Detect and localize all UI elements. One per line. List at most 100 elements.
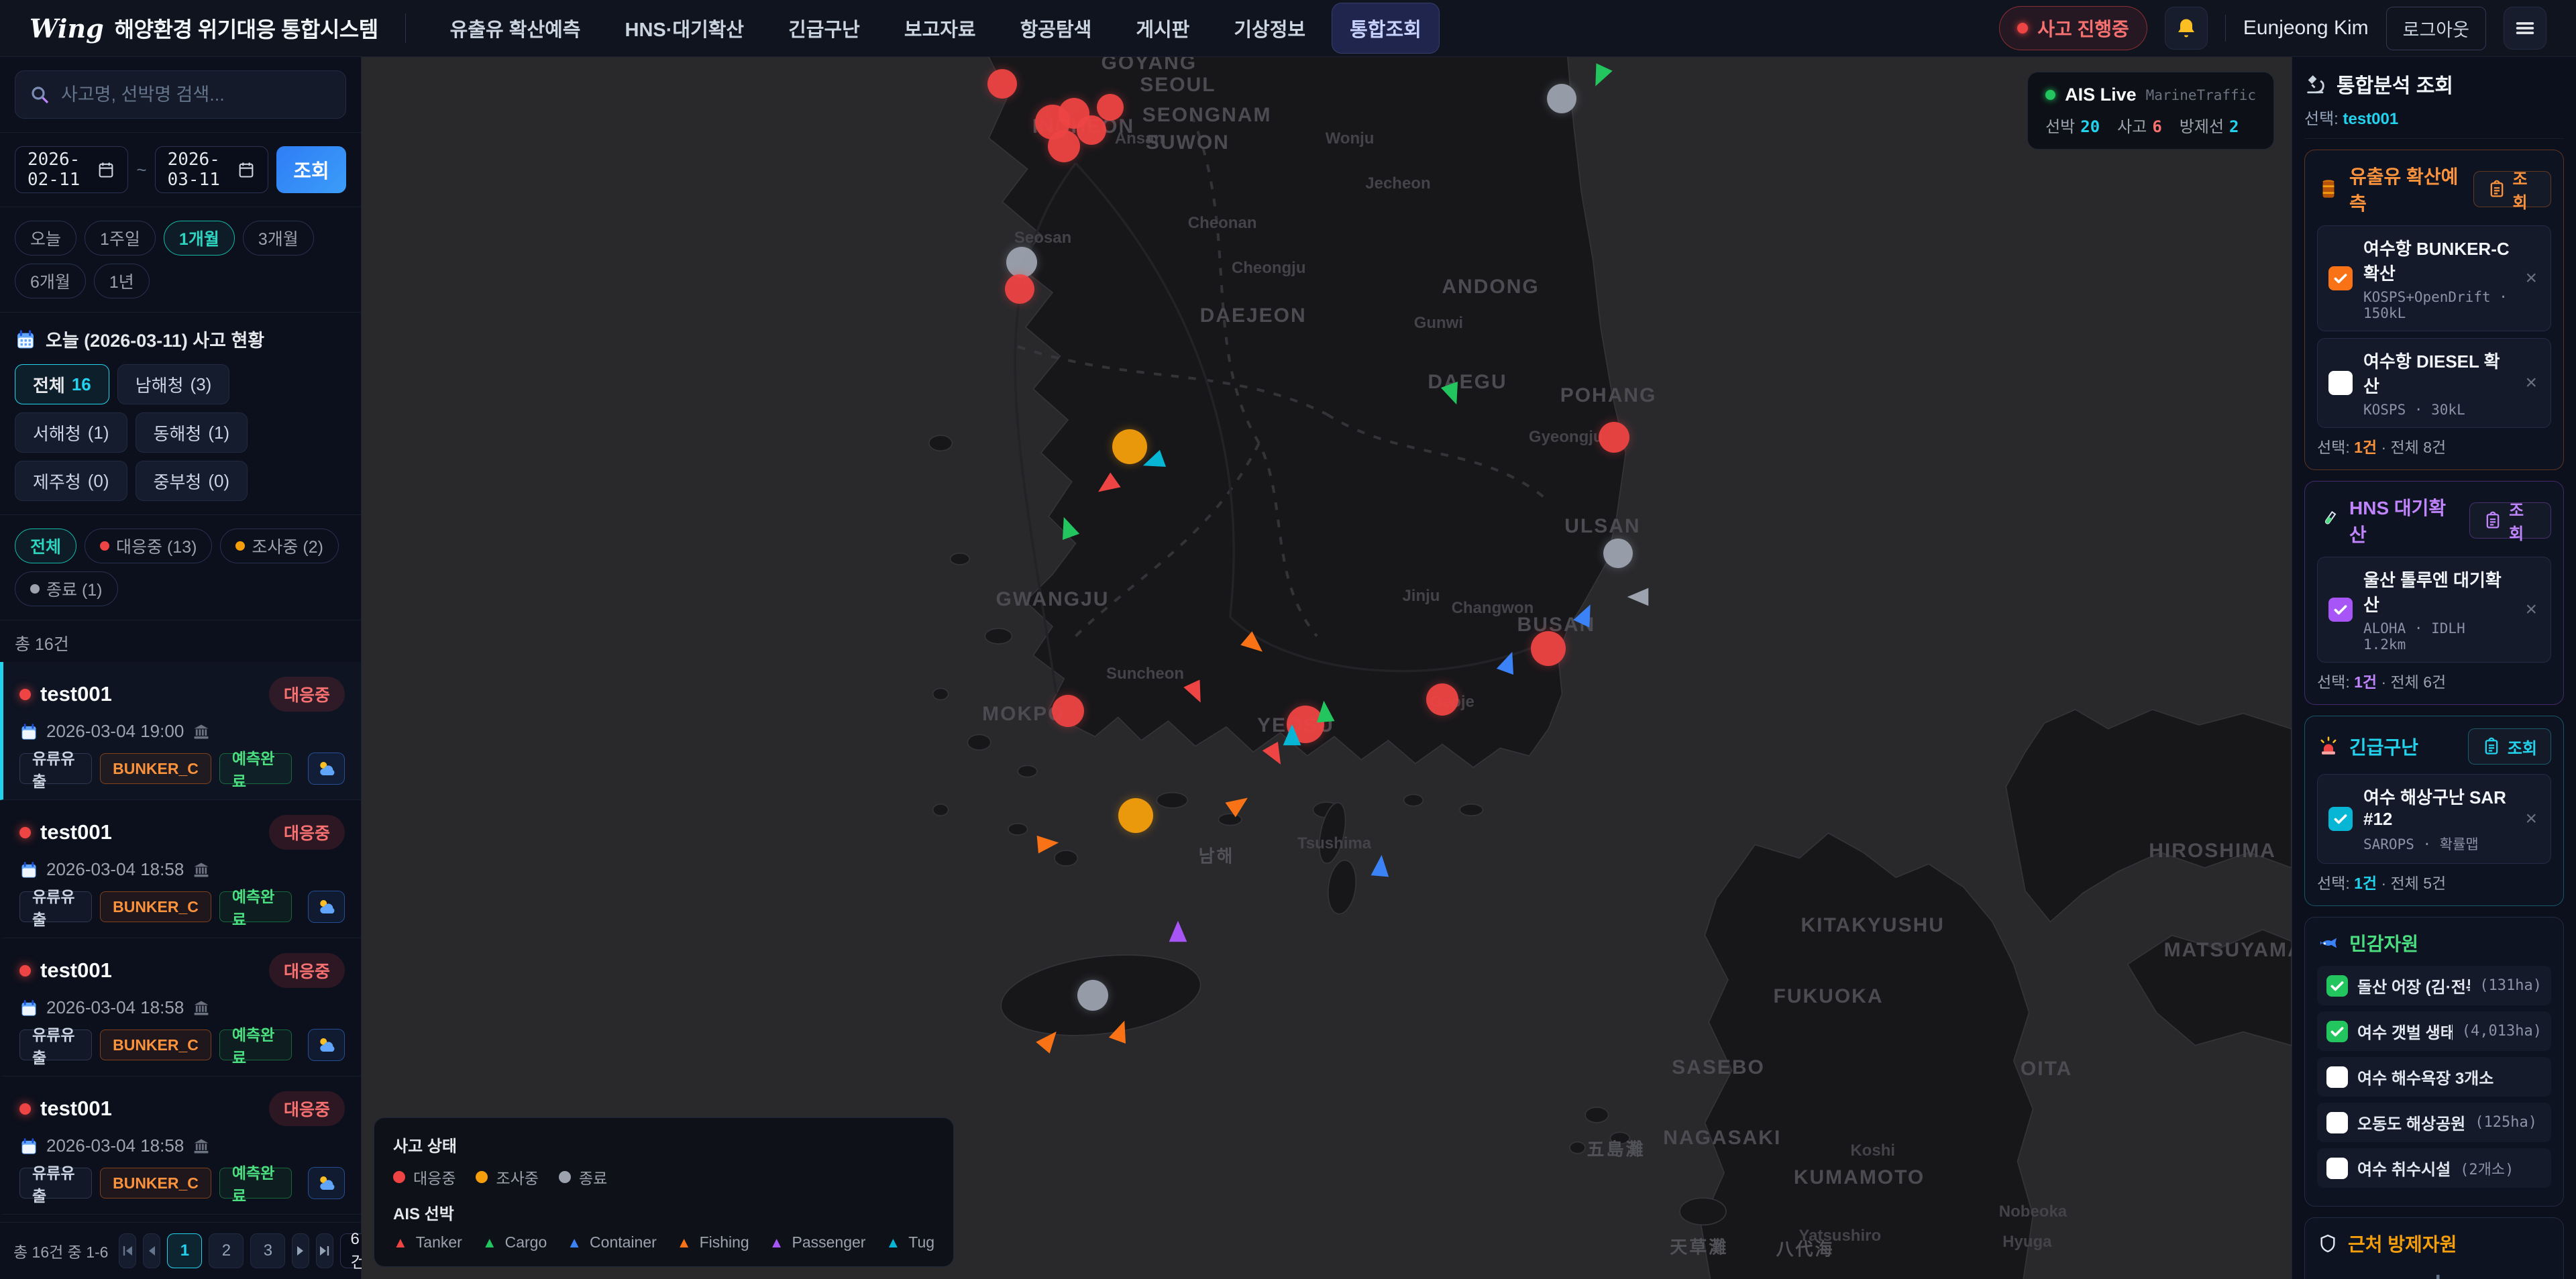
close-icon[interactable]: × [2522,808,2540,830]
weather-button[interactable] [308,1167,345,1199]
incident-marker[interactable] [1599,422,1629,453]
incident-marker[interactable] [1426,683,1458,716]
incident-status-badge: 대응중 [269,1091,345,1126]
menu-button[interactable] [2504,7,2546,50]
ship-marker-tug[interactable] [1282,724,1302,750]
page-next-button[interactable] [292,1233,309,1268]
status-chip-대응중 (13)[interactable]: 대응중 (13) [85,529,212,563]
nav-item-통합조회[interactable]: 통합조회 [1332,3,1439,53]
weather-button[interactable] [308,1029,345,1061]
weather-button[interactable] [308,753,345,785]
bell-icon [2174,16,2198,40]
page-first-button[interactable] [119,1233,136,1268]
nav-item-기상정보[interactable]: 기상정보 [1216,3,1323,53]
nav-item-보고자료[interactable]: 보고자료 [887,3,994,53]
model-item[interactable]: 여수 해상구난 SAR #12SAROPS · 확률맵× [2317,774,2551,864]
model-item[interactable]: 울산 톨루엔 대기확산ALOHA · IDLH 1.2km× [2317,557,2551,663]
resource-checkbox[interactable] [2326,1112,2348,1133]
nav-item-항공탐색[interactable]: 항공탐색 [1003,3,1110,53]
model-checkbox[interactable] [2328,807,2353,831]
quick-range-chip-1년[interactable]: 1년 [94,264,150,298]
incident-marker[interactable] [1005,274,1034,304]
resource-checkbox[interactable] [2326,1158,2348,1179]
search-box [15,70,346,119]
page-button-3[interactable]: 3 [250,1233,285,1268]
status-chip-종료 (1)[interactable]: 종료 (1) [15,571,118,606]
incident-marker[interactable] [1603,539,1633,568]
sensitive-resource-row[interactable]: 여수 갯벌 생태계(4,013ha) [2317,1011,2551,1051]
ship-marker-cargo[interactable] [1313,700,1336,727]
region-chip-label: 남해청 [136,372,184,397]
weather-button[interactable] [308,891,345,923]
close-icon[interactable]: × [2522,598,2540,621]
model-checkbox[interactable] [2328,598,2353,622]
close-icon[interactable]: × [2522,372,2540,394]
status-chip-조사중 (2)[interactable]: 조사중 (2) [220,529,339,563]
incident-card[interactable]: test001대응중2026-03-04 18:58유류유출BUNKER_C예측… [0,800,361,938]
region-chip-제주청[interactable]: 제주청(0) [15,461,127,501]
incident-marker[interactable] [1048,130,1080,162]
panel-sections: 유출유 확산예측조회여수항 BUNKER-C 확산KOSPS+OpenDrift… [2304,150,2564,1279]
status-chip-전체[interactable]: 전체 [15,529,76,563]
quick-range-chip-3개월[interactable]: 3개월 [243,221,314,256]
quick-range-chip-1주일[interactable]: 1주일 [85,221,156,256]
resource-checkbox[interactable] [2326,1021,2348,1042]
ship-marker-fishing[interactable] [1033,833,1061,855]
incident-card[interactable]: test001대응중2026-03-04 18:58유류유출BUNKER_C예측… [0,1076,361,1215]
resource-checkbox[interactable] [2326,1066,2348,1088]
nav-item-HNS·대기확산[interactable]: HNS·대기확산 [608,3,762,53]
model-item[interactable]: 여수항 BUNKER-C 확산KOSPS+OpenDrift · 150kL× [2317,225,2551,331]
region-chip-서해청[interactable]: 서해청(1) [15,412,127,453]
sensitive-resource-row[interactable]: 여수 취수시설(2개소) [2317,1148,2551,1188]
logout-button[interactable]: 로그아웃 [2386,7,2486,50]
resource-value: (125ha) [2475,1114,2537,1131]
date-query-button[interactable]: 조회 [276,146,346,193]
incident-card[interactable]: test001대응중2026-03-04 18:58유류유출BUNKER_C예측… [0,938,361,1076]
incident-marker[interactable] [1006,247,1037,278]
region-chip-남해청[interactable]: 남해청(3) [117,364,230,404]
incident-marker[interactable] [1052,695,1084,727]
model-checkbox[interactable] [2328,266,2353,290]
ship-marker-container[interactable] [1369,853,1391,881]
section-query-button[interactable]: 조회 [2469,502,2551,539]
ship-marker-etc[interactable] [1626,587,1652,607]
sensitive-resource-row[interactable]: 오동도 해상공원(125ha) [2317,1103,2551,1142]
date-to-input[interactable]: 2026-03-11 [155,146,268,193]
model-item[interactable]: 여수항 DIESEL 확산KOSPS · 30kL× [2317,338,2551,428]
close-icon[interactable]: × [2522,267,2540,290]
ship-marker-passenger[interactable] [1168,920,1188,946]
incident-marker[interactable] [1531,631,1566,666]
region-chip-동해청[interactable]: 동해청(1) [136,412,248,453]
notifications-button[interactable] [2165,7,2208,50]
incident-card[interactable]: 테스트4대응중2026-03-04 17:45유류유출BUNKER_C예측완료 [0,1215,361,1222]
map-canvas[interactable]: GOYANGSEOULINCHEONSEONGNAMAnsanSUWONWonj… [362,57,2292,1279]
section-query-button[interactable]: 조회 [2468,728,2551,765]
date-from-input[interactable]: 2026-02-11 [15,146,128,193]
section-query-button[interactable]: 조회 [2473,171,2551,207]
page-button-1[interactable]: 1 [167,1233,202,1268]
incident-marker[interactable] [1077,980,1108,1011]
incident-card-top: test001대응중 [19,677,345,712]
model-checkbox[interactable] [2328,371,2353,395]
search-input[interactable] [61,85,332,105]
resource-checkbox[interactable] [2326,975,2348,997]
incident-marker[interactable] [1077,115,1106,145]
incident-marker[interactable] [1547,84,1576,113]
incident-marker[interactable] [1118,798,1153,833]
page-button-2[interactable]: 2 [209,1233,244,1268]
sensitive-resource-row[interactable]: 돌산 어장 (김·전복)(131ha) [2317,966,2551,1005]
region-chip-중부청[interactable]: 중부청(0) [136,461,248,501]
region-chip-전체[interactable]: 전체16 [15,364,109,404]
incident-marker[interactable] [1097,94,1124,121]
quick-range-chip-1개월[interactable]: 1개월 [164,221,235,256]
quick-range-chip-오늘[interactable]: 오늘 [15,221,76,256]
quick-range-chip-6개월[interactable]: 6개월 [15,264,86,298]
nav-item-게시판[interactable]: 게시판 [1118,3,1207,53]
incident-marker[interactable] [987,69,1017,99]
incident-card[interactable]: test001대응중2026-03-04 19:00유류유출BUNKER_C예측… [0,662,361,800]
sensitive-resource-row[interactable]: 여수 해수욕장 3개소 [2317,1057,2551,1097]
nav-item-유출유 확산예측[interactable]: 유출유 확산예측 [433,3,598,53]
page-prev-button[interactable] [143,1233,160,1268]
nav-item-긴급구난[interactable]: 긴급구난 [771,3,877,53]
page-last-button[interactable] [316,1233,333,1268]
